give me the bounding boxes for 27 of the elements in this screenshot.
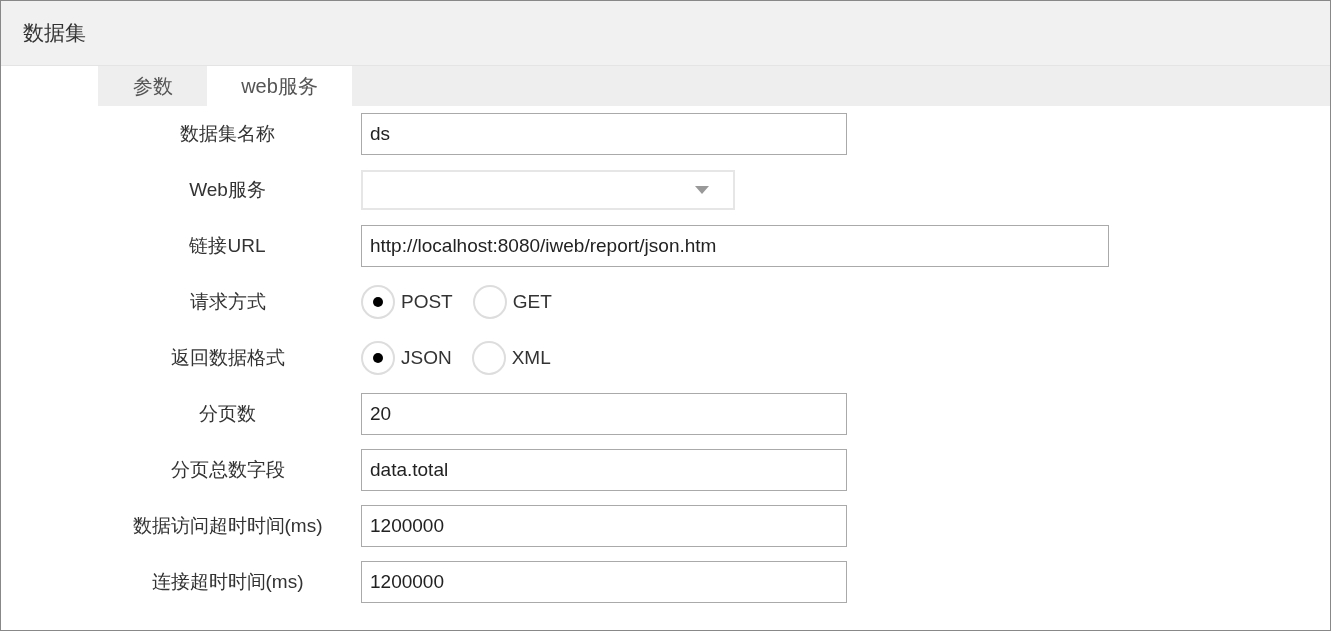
input-field[interactable]: data.total — [361, 449, 847, 491]
field-label: 返回数据格式 — [169, 346, 286, 370]
radio-button[interactable] — [472, 285, 507, 319]
radio-option[interactable]: GET — [472, 285, 568, 319]
input-field[interactable]: 1200000 — [361, 561, 847, 603]
field-label: 链接URL — [188, 234, 267, 258]
radio-button[interactable] — [361, 341, 395, 375]
field-label: Web服务 — [188, 178, 267, 202]
radio-option[interactable]: JSON — [361, 341, 468, 375]
input-field[interactable]: 1200000 — [361, 505, 847, 547]
field-label: 分页总数字段 — [169, 458, 286, 482]
tab[interactable]: web服务 — [207, 66, 352, 106]
dropdown-field[interactable] — [361, 170, 735, 210]
field-label: 数据集名称 — [179, 122, 276, 146]
window-title: 数据集 — [23, 20, 86, 46]
field-label: 分页数 — [198, 402, 257, 426]
field-label: 数据访问超时时间(ms) — [131, 514, 324, 538]
input-field[interactable]: http://localhost:8080/iweb/report/json.htm — [361, 225, 1109, 267]
caret-down-icon — [695, 186, 709, 194]
input-field[interactable]: 20 — [361, 393, 847, 435]
input-field[interactable]: ds — [361, 113, 847, 155]
radio-button[interactable] — [361, 285, 395, 319]
field-label: 连接超时时间(ms) — [150, 570, 305, 594]
radio-button[interactable] — [471, 341, 506, 375]
field-label: 请求方式 — [188, 290, 267, 314]
radio-option[interactable]: POST — [361, 285, 469, 319]
radio-option[interactable]: XML — [471, 341, 567, 375]
